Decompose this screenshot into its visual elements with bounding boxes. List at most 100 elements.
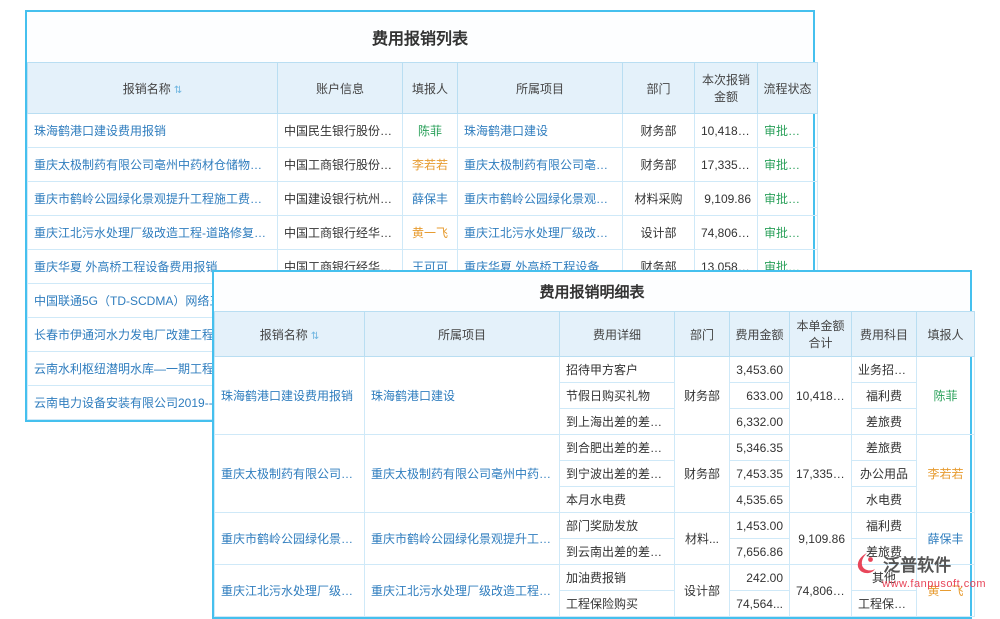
cell-expense-name[interactable]: 重庆市鹤岭公园绿化景观提升工程... (215, 513, 365, 565)
cell-status[interactable]: 审批通过 (758, 216, 818, 250)
cell-project[interactable]: 重庆市鹤岭公园绿化景观提升工程施工 (365, 513, 560, 565)
header-row: 报销名称⇅ 所属项目 费用详细 部门 费用金额 本单金额合计 费用科目 填报人 (215, 312, 975, 357)
col-header-name-label: 报销名称 (123, 82, 171, 96)
cell-account: 中国工商银行股份有限 (278, 148, 403, 182)
brand-url: www.fanpusoft.com (854, 578, 986, 590)
cell-amount: 5,346.35 (730, 435, 790, 461)
cell-expense-detail: 加油费报销 (560, 565, 675, 591)
cell-project[interactable]: 重庆市鹤岭公园绿化景观提升... (458, 182, 623, 216)
cell-reporter: 陈菲 (403, 114, 458, 148)
col-header-name[interactable]: 报销名称⇅ (28, 63, 278, 114)
cell-dept: 财务部 (675, 435, 730, 513)
cell-amount: 9,109.86 (695, 182, 758, 216)
expense-list-title: 费用报销列表 (27, 12, 813, 62)
cell-total: 10,418.60 (790, 357, 852, 435)
cell-category: 福利费 (852, 513, 917, 539)
cell-category: 差旅费 (852, 409, 917, 435)
cell-amount: 3,453.60 (730, 357, 790, 383)
cell-expense-name[interactable]: 重庆太极制药有限公司亳州中药材... (215, 435, 365, 513)
table-row: 重庆江北污水处理厂级改造工程-道路修复工程费用... 中国工商银行经华路支行 黄… (28, 216, 818, 250)
col-header-dept: 部门 (623, 63, 695, 114)
cell-status[interactable]: 审批通过 (758, 182, 818, 216)
cell-expense-detail: 到宁波出差的差旅费 (560, 461, 675, 487)
cell-project[interactable]: 重庆太极制药有限公司亳州中... (458, 148, 623, 182)
table-row: 重庆市鹤岭公园绿化景观提升工程施工费用报销 中国建设银行杭州市上... 薛保丰 … (28, 182, 818, 216)
cell-expense-detail: 工程保险购买 (560, 591, 675, 617)
cell-project[interactable]: 珠海鹤港口建设 (365, 357, 560, 435)
cell-expense-name[interactable]: 重庆太极制药有限公司亳州中药材仓储物流基地项... (28, 148, 278, 182)
cell-status[interactable]: 审批通过 (758, 114, 818, 148)
cell-project[interactable]: 重庆江北污水处理厂级改造工... (458, 216, 623, 250)
col-header-name-label: 报销名称 (260, 328, 308, 342)
cell-dept: 设计部 (623, 216, 695, 250)
col-header-category: 费用科目 (852, 312, 917, 357)
cell-expense-detail: 节假日购买礼物 (560, 383, 675, 409)
col-header-reporter: 填报人 (917, 312, 975, 357)
cell-expense-name[interactable]: 重庆市鹤岭公园绿化景观提升工程施工费用报销 (28, 182, 278, 216)
cell-amount: 242.00 (730, 565, 790, 591)
cell-amount: 7,453.35 (730, 461, 790, 487)
table-row: 重庆太极制药有限公司亳州中药材仓储物流基地项... 中国工商银行股份有限 李若若… (28, 148, 818, 182)
sort-icon[interactable]: ⇅ (311, 331, 319, 342)
cell-dept: 财务部 (623, 148, 695, 182)
cell-amount: 1,453.00 (730, 513, 790, 539)
cell-project[interactable]: 重庆太极制药有限公司亳州中药材仓储物流... (365, 435, 560, 513)
cell-reporter: 李若若 (403, 148, 458, 182)
expense-detail-title: 费用报销明细表 (214, 272, 970, 311)
table-row: 珠海鹤港口建设费用报销 中国民生银行股份有限... 陈菲 珠海鹤港口建设 财务部… (28, 114, 818, 148)
col-header-amount: 费用金额 (730, 312, 790, 357)
brand-name: 泛普软件 (883, 551, 951, 576)
cell-amount: 74,564... (730, 591, 790, 617)
cell-dept: 材料采购 (623, 182, 695, 216)
cell-project[interactable]: 重庆江北污水处理厂级改造工程-道路修复工程 (365, 565, 560, 617)
cell-amount: 74,806.00 (695, 216, 758, 250)
cell-category: 福利费 (852, 383, 917, 409)
cell-category: 业务招待费 (852, 357, 917, 383)
cell-amount: 7,656.86 (730, 539, 790, 565)
cell-expense-detail: 本月水电费 (560, 487, 675, 513)
header-row: 报销名称⇅ 账户信息 填报人 所属项目 部门 本次报销金额 流程状态 (28, 63, 818, 114)
cell-project[interactable]: 珠海鹤港口建设 (458, 114, 623, 148)
cell-amount: 4,535.65 (730, 487, 790, 513)
cell-dept: 财务部 (675, 357, 730, 435)
cell-expense-name[interactable]: 珠海鹤港口建设费用报销 (215, 357, 365, 435)
cell-dept: 设计部 (675, 565, 730, 617)
cell-reporter: 陈菲 (917, 357, 975, 435)
col-header-amount: 本次报销金额 (695, 63, 758, 114)
cell-expense-detail: 到合肥出差的差旅费 (560, 435, 675, 461)
cell-status[interactable]: 审批通过 (758, 148, 818, 182)
cell-expense-detail: 到上海出差的差旅费 (560, 409, 675, 435)
cell-expense-detail: 到云南出差的差旅费 (560, 539, 675, 565)
cell-category: 办公用品 (852, 461, 917, 487)
cell-category: 工程保险费 (852, 591, 917, 617)
sort-icon[interactable]: ⇅ (174, 85, 182, 96)
table-row: 珠海鹤港口建设费用报销 珠海鹤港口建设 招待甲方客户 财务部 3,453.60 … (215, 357, 975, 383)
cell-category: 差旅费 (852, 435, 917, 461)
cell-amount: 17,335.35 (695, 148, 758, 182)
col-header-account: 账户信息 (278, 63, 403, 114)
cell-amount: 10,418.60 (695, 114, 758, 148)
table-row: 重庆太极制药有限公司亳州中药材... 重庆太极制药有限公司亳州中药材仓储物流..… (215, 435, 975, 461)
cell-reporter: 李若若 (917, 435, 975, 513)
cell-reporter: 薛保丰 (403, 182, 458, 216)
col-header-project: 所属项目 (458, 63, 623, 114)
col-header-name[interactable]: 报销名称⇅ (215, 312, 365, 357)
col-header-project: 所属项目 (365, 312, 560, 357)
cell-expense-detail: 招待甲方客户 (560, 357, 675, 383)
cell-expense-name[interactable]: 重庆江北污水处理厂级改造工程-... (215, 565, 365, 617)
col-header-dept: 部门 (675, 312, 730, 357)
cell-expense-detail: 部门奖励发放 (560, 513, 675, 539)
cell-account: 中国建设银行杭州市上... (278, 182, 403, 216)
cell-amount: 633.00 (730, 383, 790, 409)
cell-dept: 财务部 (623, 114, 695, 148)
cell-total: 17,335.35 (790, 435, 852, 513)
cell-reporter: 黄一飞 (403, 216, 458, 250)
cell-expense-name[interactable]: 重庆江北污水处理厂级改造工程-道路修复工程费用... (28, 216, 278, 250)
cell-total: 74,806.00 (790, 565, 852, 617)
table-row: 重庆市鹤岭公园绿化景观提升工程... 重庆市鹤岭公园绿化景观提升工程施工 部门奖… (215, 513, 975, 539)
cell-account: 中国民生银行股份有限... (278, 114, 403, 148)
cell-expense-name[interactable]: 珠海鹤港口建设费用报销 (28, 114, 278, 148)
fanpu-logo: 泛普软件 www.fanpusoft.com (854, 551, 986, 590)
cell-account: 中国工商银行经华路支行 (278, 216, 403, 250)
cell-amount: 6,332.00 (730, 409, 790, 435)
